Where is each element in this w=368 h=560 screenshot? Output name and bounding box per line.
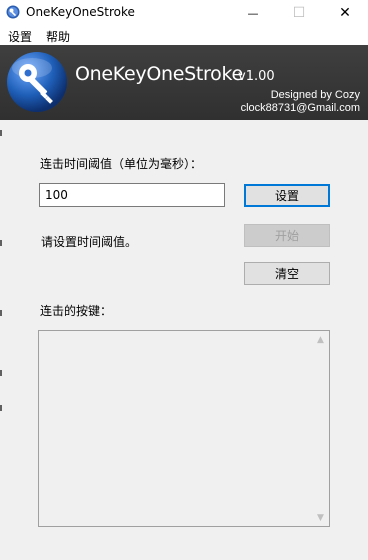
close-button[interactable]: ✕: [322, 0, 368, 26]
header-banner: OneKeyOneStroke v1.00 Designed by Cozy c…: [0, 45, 368, 120]
minimize-icon: —: [247, 6, 259, 20]
scroll-up-icon[interactable]: ▲: [312, 331, 329, 348]
designer-credit: Designed by Cozy: [270, 89, 360, 101]
window-title: OneKeyOneStroke: [26, 5, 135, 19]
minimize-button[interactable]: —: [230, 0, 276, 26]
threshold-label: 连击时间阈值（单位为毫秒）：: [40, 157, 203, 171]
set-button[interactable]: 设置: [244, 184, 330, 207]
status-text: 请设置时间阈值。: [41, 235, 138, 249]
contact-email: clock88731@Gmail.com: [240, 102, 360, 114]
clear-button[interactable]: 清空: [244, 262, 330, 285]
keys-listbox[interactable]: ▲ ▼: [38, 330, 330, 527]
threshold-input[interactable]: [39, 183, 225, 207]
start-button[interactable]: 开始: [244, 224, 330, 247]
set-button-label: 设置: [274, 189, 299, 203]
menu-settings[interactable]: 设置: [6, 28, 34, 45]
title-bar[interactable]: OneKeyOneStroke — ☐ ✕: [0, 0, 368, 26]
close-icon: ✕: [339, 5, 351, 21]
app-logo-icon: [6, 5, 20, 19]
left-edge-marks: [0, 130, 2, 430]
start-button-label: 开始: [274, 229, 299, 243]
key-icon: [7, 52, 67, 112]
maximize-button[interactable]: ☐: [276, 0, 322, 26]
clear-button-label: 清空: [274, 267, 299, 281]
menu-help[interactable]: 帮助: [44, 28, 72, 45]
listbox-scrollbar[interactable]: ▲ ▼: [312, 331, 329, 526]
keys-label: 连击的按键：: [40, 304, 113, 318]
menu-bar: 设置 帮助: [0, 26, 368, 45]
scroll-down-icon[interactable]: ▼: [312, 509, 329, 526]
app-version: v1.00: [238, 69, 275, 84]
app-name: OneKeyOneStroke: [75, 63, 243, 85]
maximize-icon: ☐: [292, 5, 306, 21]
